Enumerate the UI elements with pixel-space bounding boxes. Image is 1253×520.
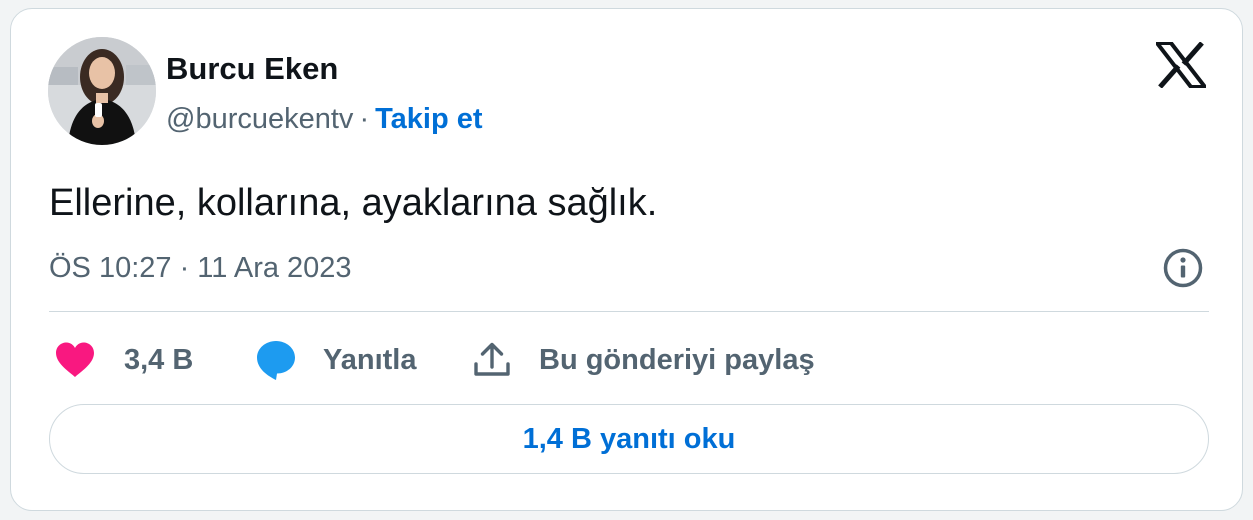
tweet-timestamp[interactable]: ÖS 10:27 · 11 Ara 2023: [49, 250, 352, 286]
share-upload-icon: [474, 342, 510, 376]
x-logo-icon[interactable]: [1156, 42, 1206, 88]
author-handle[interactable]: @burcuekentv: [166, 103, 353, 135]
speech-bubble-icon: [257, 341, 295, 380]
like-count: 3,4 B: [124, 343, 194, 376]
share-label: Bu gönderiyi paylaş: [539, 343, 815, 376]
divider: [49, 311, 1209, 312]
tweet-text: Ellerine, kollarına, ayaklarına sağlık.: [49, 182, 658, 224]
handle-row: @burcuekentv · Takip et: [166, 101, 483, 137]
like-button[interactable]: 3,4 B: [54, 337, 193, 383]
author-name[interactable]: Burcu Eken: [166, 51, 338, 87]
share-button[interactable]: Bu gönderiyi paylaş: [472, 337, 815, 383]
info-icon[interactable]: [1162, 247, 1204, 289]
heart-icon: [56, 342, 94, 377]
read-replies-label: 1,4 B yanıtı oku: [522, 422, 736, 455]
avatar-photo: [48, 37, 156, 145]
reply-label: Yanıtla: [323, 343, 417, 376]
avatar[interactable]: [48, 37, 156, 145]
tweet-embed-card: Burcu Eken @burcuekentv · Takip et Ellerin…: [10, 8, 1243, 511]
read-replies-button[interactable]: 1,4 B yanıtı oku: [49, 404, 1209, 474]
reply-button[interactable]: Yanıtla: [255, 337, 417, 383]
follow-button[interactable]: Takip et: [375, 103, 482, 135]
separator-dot: ·: [359, 103, 370, 135]
